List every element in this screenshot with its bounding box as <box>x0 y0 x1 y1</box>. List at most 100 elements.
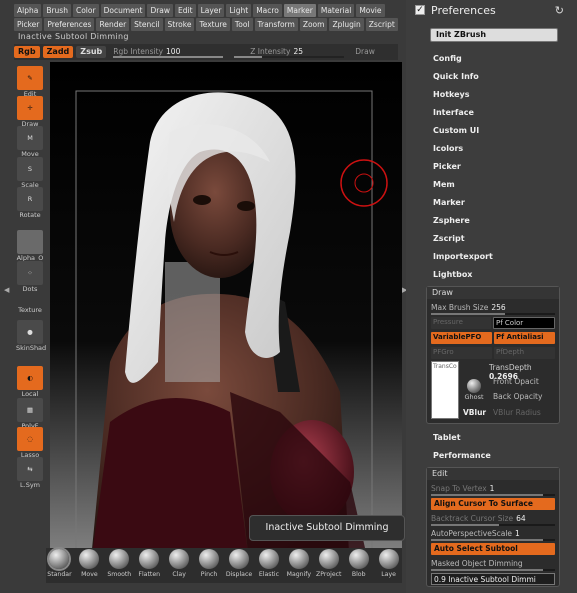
tool-polyf[interactable]: ▦ PolyF <box>16 398 44 430</box>
vblur-toggle[interactable]: VBlur <box>463 408 486 417</box>
pfdepth-slider[interactable]: PfDepth <box>494 347 555 359</box>
menu-marker[interactable]: Marker <box>283 4 316 17</box>
menu-alpha[interactable]: Alpha <box>14 4 42 17</box>
snap-to-vertex-value: 1 <box>489 484 495 493</box>
rgb-toggle[interactable]: Rgb <box>14 46 40 58</box>
prefs-item-icolors[interactable]: Icolors <box>433 140 577 158</box>
menu-zoom[interactable]: Zoom <box>299 18 328 31</box>
menu-document[interactable]: Document <box>100 4 146 17</box>
menu-render[interactable]: Render <box>96 18 130 31</box>
menu-color[interactable]: Color <box>72 4 99 17</box>
tool-alpha-o[interactable]: Alpha_O <box>16 230 44 262</box>
pf-color-swatch[interactable]: Pf Color <box>493 317 555 329</box>
tool-scale[interactable]: S Scale <box>16 157 44 189</box>
menu-draw[interactable]: Draw <box>147 4 174 17</box>
brush-zproject[interactable]: ZProject <box>315 548 342 583</box>
tool-rotate[interactable]: R Rotate <box>16 187 44 219</box>
menu-stencil[interactable]: Stencil <box>131 18 163 31</box>
prefs-item-custom-ui[interactable]: Custom UI <box>433 122 577 140</box>
menu-stroke[interactable]: Stroke <box>164 18 195 31</box>
tool-lasso[interactable]: ◌ Lasso <box>16 427 44 459</box>
prefs-item-picker[interactable]: Picker <box>433 158 577 176</box>
left-tray-grip-icon[interactable]: ◀ <box>4 286 9 296</box>
brush-displace[interactable]: Displace <box>226 548 253 583</box>
snap-to-vertex-slider[interactable]: Snap To Vertex 1 <box>431 483 555 496</box>
prefs-item-interface[interactable]: Interface <box>433 104 577 122</box>
polyf-icon: ▦ <box>17 398 43 422</box>
align-cursor-toggle[interactable]: Align Cursor To Surface <box>431 498 555 510</box>
prefs-item-zscript[interactable]: Zscript <box>433 230 577 248</box>
prefs-item-quick-info[interactable]: Quick Info <box>433 68 577 86</box>
pressure-field[interactable]: Pressure <box>431 317 491 329</box>
prefs-item-mem[interactable]: Mem <box>433 176 577 194</box>
tool-move[interactable]: M Move <box>16 126 44 158</box>
menu-movie[interactable]: Movie <box>356 4 385 17</box>
menu-zscript[interactable]: Zscript <box>365 18 398 31</box>
menu-layer[interactable]: Layer <box>197 4 225 17</box>
menu-light[interactable]: Light <box>226 4 252 17</box>
brush-pinch[interactable]: Pinch <box>196 548 223 583</box>
document-canvas[interactable] <box>50 62 402 570</box>
draw-size-slider[interactable]: Draw <box>351 46 381 58</box>
menu-tool[interactable]: Tool <box>231 18 253 31</box>
init-zbrush-button[interactable]: Init ZBrush <box>430 28 558 42</box>
ghost-toggle[interactable]: Ghost <box>463 379 485 401</box>
brush-clay[interactable]: Clay <box>166 548 193 583</box>
backtrack-cursor-slider[interactable]: Backtrack Cursor Size 64 <box>431 513 555 526</box>
preferences-pin-checkbox[interactable]: ✓ <box>415 5 425 15</box>
tool-l-sym[interactable]: ⇆ L.Sym <box>16 457 44 489</box>
brush-smooth[interactable]: Smooth <box>106 548 133 583</box>
preferences-header: ✓ Preferences <box>406 0 577 20</box>
masked-object-dimming-slider[interactable]: Masked Object Dimming <box>431 558 555 571</box>
brush-elastic[interactable]: Elastic <box>255 548 282 583</box>
brush-flatten[interactable]: Flatten <box>136 548 163 583</box>
tool-skinshad[interactable]: ● SkinShad <box>16 320 46 352</box>
preferences-list: Config Quick Info Hotkeys Interface Custom U… <box>433 50 577 284</box>
menu-picker[interactable]: Picker <box>14 18 43 31</box>
brush-standar[interactable]: Standar <box>46 548 73 583</box>
menu-transform[interactable]: Transform <box>254 18 298 31</box>
prefs-item-tablet[interactable]: Tablet <box>433 433 461 442</box>
brush-move[interactable]: Move <box>76 548 103 583</box>
tool-texture[interactable]: Texture <box>16 306 44 314</box>
menu-texture[interactable]: Texture <box>196 18 230 31</box>
prefs-item-zsphere[interactable]: Zsphere <box>433 212 577 230</box>
brush-magnify[interactable]: Magnify <box>285 548 312 583</box>
menu-material[interactable]: Material <box>317 4 355 17</box>
vblur-radius-slider[interactable]: VBlur Radius <box>493 408 541 417</box>
prefs-item-importexport[interactable]: Importexport <box>433 248 577 266</box>
prefs-item-lightbox[interactable]: Lightbox <box>433 266 577 284</box>
pfgro-slider[interactable]: PFGro <box>431 347 492 359</box>
edit-subpanel-title[interactable]: Edit <box>427 468 559 480</box>
pf-antialias-toggle[interactable]: Pf Antialiasi <box>494 332 555 344</box>
tool-edit[interactable]: ✎ Edit <box>16 66 44 98</box>
zadd-toggle[interactable]: Zadd <box>42 46 74 58</box>
rgb-intensity-slider[interactable]: Rgb Intensity 100 <box>109 46 227 58</box>
menu-macro[interactable]: Macro <box>253 4 282 17</box>
tool-dots[interactable]: ⁘ Dots <box>16 261 44 293</box>
z-intensity-slider[interactable]: Z Intensity 25 <box>230 46 348 58</box>
prefs-item-hotkeys[interactable]: Hotkeys <box>433 86 577 104</box>
brush-laye[interactable]: Laye <box>375 548 402 583</box>
zsub-toggle[interactable]: Zsub <box>76 46 107 58</box>
tool-draw[interactable]: ✛ Draw <box>16 96 44 128</box>
autoperspective-slider[interactable]: AutoPerspectiveScale 1 <box>431 528 555 541</box>
front-opacity-slider[interactable]: Front Opacit <box>493 377 539 386</box>
brush-blob[interactable]: Blob <box>345 548 372 583</box>
transparency-color-swatch[interactable]: TransCo <box>431 361 459 419</box>
reset-icon[interactable]: ↻ <box>555 4 564 17</box>
back-opacity-slider[interactable]: Back Opacity <box>493 392 542 401</box>
inactive-subtool-dimming-slider[interactable]: 0.9 Inactive Subtool Dimmi <box>431 573 555 585</box>
max-brush-size-slider[interactable]: Max Brush Size 256 <box>431 302 555 315</box>
menu-edit[interactable]: Edit <box>175 4 196 17</box>
variable-pfo-toggle[interactable]: VariablePFO <box>431 332 492 344</box>
draw-subpanel-title[interactable]: Draw <box>427 287 559 299</box>
menu-brush[interactable]: Brush <box>43 4 71 17</box>
auto-select-subtool-toggle[interactable]: Auto Select Subtool <box>431 543 555 555</box>
menu-preferences[interactable]: Preferences <box>44 18 95 31</box>
tool-local[interactable]: ◐ Local <box>16 366 44 398</box>
prefs-item-marker[interactable]: Marker <box>433 194 577 212</box>
menu-zplugin[interactable]: Zplugin <box>329 18 364 31</box>
prefs-item-performance[interactable]: Performance <box>433 451 491 460</box>
prefs-item-config[interactable]: Config <box>433 50 577 68</box>
